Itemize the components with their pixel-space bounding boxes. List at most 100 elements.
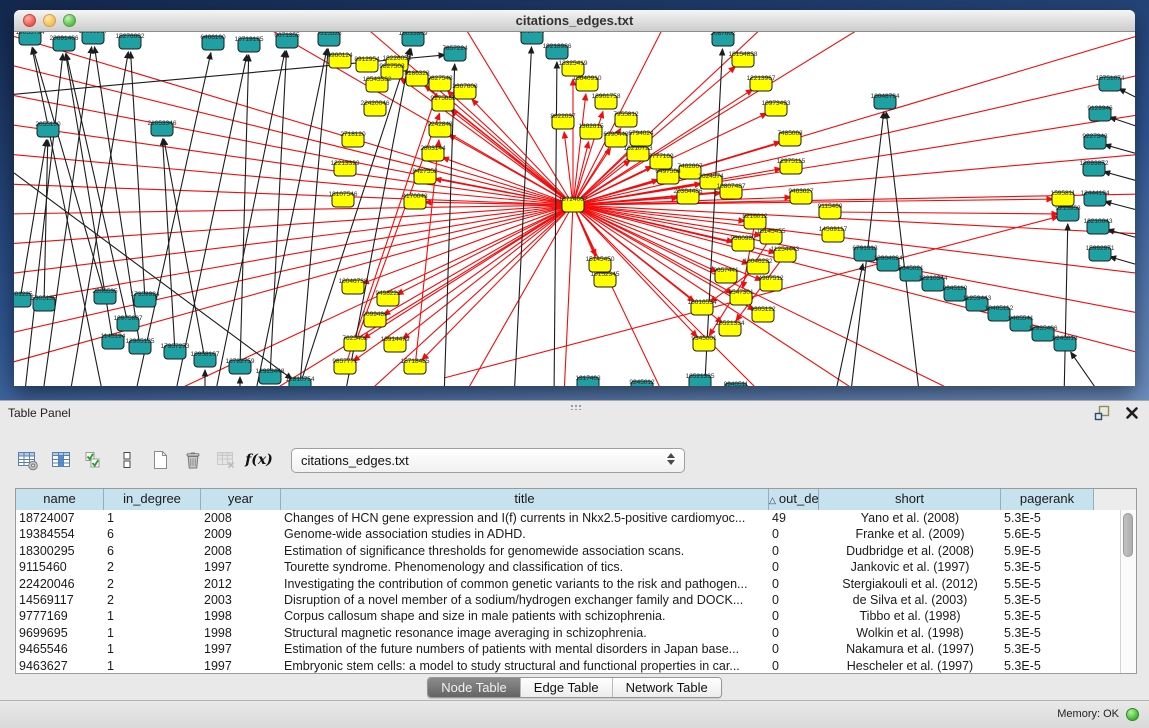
table-cell[interactable]: 0	[769, 543, 819, 559]
table-select-dropdown[interactable]: citations_edges.txt	[291, 448, 685, 473]
column-header-short[interactable]: short	[819, 489, 1001, 510]
minimize-window-button[interactable]	[43, 14, 56, 27]
table-cell[interactable]: 2008	[201, 510, 281, 526]
table-cell[interactable]: 5.3E-5	[1001, 608, 1094, 624]
tab-edge-table[interactable]: Edge Table	[521, 678, 613, 697]
table-cell[interactable]: 5.3E-5	[1001, 559, 1094, 575]
table-cell[interactable]: 18724007	[16, 510, 104, 526]
network-edge[interactable]	[1110, 257, 1135, 267]
table-cell[interactable]: 9115460	[16, 559, 104, 575]
table-cell[interactable]: Stergiakouli et al. (2012)	[819, 576, 1001, 592]
zoom-window-button[interactable]	[63, 14, 76, 27]
table-cell[interactable]: Tourette syndrome. Phenomenology and cla…	[281, 559, 769, 575]
table-cell[interactable]: 2	[104, 592, 201, 608]
network-edge[interactable]	[66, 54, 128, 324]
table-cell[interactable]: Corpus callosum shape and size in male p…	[281, 608, 769, 624]
table-cell[interactable]: 1	[104, 510, 201, 526]
network-edge[interactable]	[240, 55, 249, 367]
network-edge[interactable]	[174, 55, 247, 386]
table-cell[interactable]: 0	[769, 608, 819, 624]
table-cell[interactable]: 0	[769, 658, 819, 673]
table-cell[interactable]: 22420046	[16, 576, 104, 592]
table-cell[interactable]: 1998	[201, 608, 281, 624]
column-header-year[interactable]: year	[201, 489, 281, 510]
network-edge[interactable]	[1109, 117, 1135, 129]
table-cell[interactable]: 2008	[201, 543, 281, 559]
network-edge[interactable]	[442, 157, 573, 205]
table-cell[interactable]: 5.3E-5	[1001, 592, 1094, 608]
table-cell[interactable]: 1	[104, 608, 201, 624]
table-cell[interactable]: 18300295	[16, 543, 104, 559]
network-edge[interactable]	[20, 140, 46, 300]
network-edge[interactable]	[1071, 352, 1104, 386]
select-all-button[interactable]	[81, 448, 107, 472]
table-cell[interactable]: 9465546	[16, 641, 104, 657]
table-cell[interactable]: Disruption of a novel member of a sodium…	[281, 592, 769, 608]
table-cell[interactable]: Genome-wide association studies in ADHD.	[281, 526, 769, 542]
table-cell[interactable]: 19384554	[16, 526, 104, 542]
network-edge[interactable]	[830, 212, 1058, 214]
network-canvas[interactable]: 1905572420691406108532871527660264661601…	[14, 32, 1135, 386]
table-cell[interactable]: 5.5E-5	[1001, 576, 1094, 592]
table-cell[interactable]: Franke et al. (2009)	[819, 526, 1001, 542]
network-edge[interactable]	[573, 205, 1135, 234]
table-cell[interactable]: 0	[769, 592, 819, 608]
new-table-button[interactable]	[147, 448, 173, 472]
table-cell[interactable]: 5.3E-5	[1001, 510, 1094, 526]
scrollbar-thumb[interactable]	[1123, 513, 1133, 557]
table-cell[interactable]: 2003	[201, 592, 281, 608]
table-cell[interactable]: 14569117	[16, 592, 104, 608]
network-edge[interactable]	[564, 205, 573, 386]
table-cell[interactable]: 5.3E-5	[1001, 658, 1094, 673]
network-edge[interactable]	[397, 205, 573, 294]
close-panel-icon[interactable]	[1125, 406, 1139, 425]
table-cell[interactable]: 0	[769, 526, 819, 542]
table-cell[interactable]: 6	[104, 543, 201, 559]
row-height-button[interactable]	[114, 448, 140, 472]
network-edge[interactable]	[14, 205, 573, 274]
network-edge[interactable]	[1119, 89, 1135, 102]
table-scrollbar[interactable]	[1120, 510, 1136, 673]
table-cell[interactable]: 1	[104, 658, 201, 673]
table-cell[interactable]: 0	[769, 559, 819, 575]
network-edge[interactable]	[131, 52, 145, 300]
table-row[interactable]: 946554611997Estimation of the future num…	[16, 641, 1120, 657]
table-cell[interactable]: 5.3E-5	[1001, 625, 1094, 641]
table-cell[interactable]: 1997	[201, 658, 281, 673]
table-row[interactable]: 946362711997Embryonic stem cells: a mode…	[16, 658, 1120, 673]
tab-network-table[interactable]: Network Table	[613, 678, 721, 697]
table-cell[interactable]: Jankovic et al. (1997)	[819, 559, 1001, 575]
column-header-pagerank[interactable]: pagerank	[1001, 489, 1094, 510]
table-cell[interactable]: 5.3E-5	[1001, 641, 1094, 657]
table-cell[interactable]: 1	[104, 625, 201, 641]
table-cell[interactable]: Changes of HCN gene expression and I(f) …	[281, 510, 769, 526]
network-edge[interactable]	[403, 205, 573, 339]
table-mode-button[interactable]	[15, 448, 41, 472]
network-edge[interactable]	[514, 47, 532, 386]
network-edge[interactable]	[573, 205, 749, 264]
network-edge[interactable]	[14, 94, 573, 205]
table-cell[interactable]: 2	[104, 576, 201, 592]
table-cell[interactable]: 2	[104, 559, 201, 575]
panel-resize-grip[interactable]	[570, 404, 582, 410]
table-row[interactable]: 1872400712008Changes of HCN gene express…	[16, 510, 1120, 526]
table-cell[interactable]: Dudbridge et al. (2008)	[819, 543, 1001, 559]
column-header-title[interactable]: title	[281, 489, 769, 510]
column-header-name[interactable]: name	[16, 489, 104, 510]
table-cell[interactable]: Wolkin et al. (1998)	[819, 625, 1001, 641]
table-cell[interactable]: Tibbo et al. (1998)	[819, 608, 1001, 624]
float-panel-icon[interactable]	[1093, 405, 1111, 426]
network-edge[interactable]	[573, 205, 1135, 274]
network-edge[interactable]	[1108, 230, 1135, 240]
table-cell[interactable]: Investigating the contribution of common…	[281, 576, 769, 592]
table-row[interactable]: 2242004622012Investigating the contribut…	[16, 576, 1120, 592]
close-window-button[interactable]	[23, 14, 36, 27]
table-row[interactable]: 1456911722003Disruption of a novel membe…	[16, 592, 1120, 608]
table-cell[interactable]: 5.6E-5	[1001, 526, 1094, 542]
table-cell[interactable]: Estimation of significance thresholds fo…	[281, 543, 769, 559]
table-cell[interactable]: de Silva et al. (2003)	[819, 592, 1001, 608]
network-edge[interactable]	[573, 205, 664, 386]
column-header-out-de[interactable]: △out_de...	[769, 489, 819, 510]
table-cell[interactable]: Hescheler et al. (1997)	[819, 658, 1001, 673]
network-edge[interactable]	[886, 112, 920, 386]
